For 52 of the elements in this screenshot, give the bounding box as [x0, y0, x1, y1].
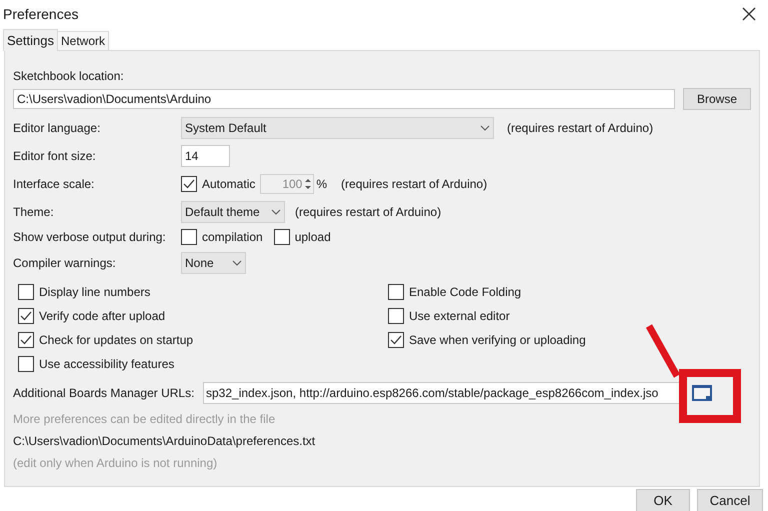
warnings-dropdown[interactable]: None: [181, 252, 246, 274]
restart-note: (requires restart of Arduino): [295, 204, 442, 221]
language-dropdown[interactable]: System Default: [181, 117, 494, 139]
cancel-button[interactable]: Cancel: [697, 489, 763, 511]
theme-dropdown[interactable]: Default theme: [181, 201, 285, 223]
checkbox-label: Check for updates on startup: [39, 332, 194, 349]
checkbox[interactable]: [181, 176, 197, 192]
checkbox[interactable]: [274, 229, 290, 245]
restart-note: (requires restart of Arduino): [507, 120, 654, 137]
window-title: Preferences: [3, 4, 78, 24]
checkbox-label: Save when verifying or uploading: [409, 332, 586, 349]
checkbox[interactable]: [18, 356, 34, 372]
field-label: Interface scale:: [13, 176, 96, 193]
checkbox[interactable]: [181, 229, 197, 245]
browse-button[interactable]: Browse: [683, 88, 751, 110]
checkbox[interactable]: [18, 308, 34, 324]
field-label: Compiler warnings:: [13, 255, 117, 272]
checkbox[interactable]: [388, 332, 404, 348]
unit-label: %: [316, 176, 328, 193]
field-label: Editor language:: [13, 120, 102, 137]
checkbox-label: Enable Code Folding: [409, 284, 522, 301]
tab[interactable]: Network: [58, 31, 109, 50]
checkbox[interactable]: [388, 284, 404, 300]
close-icon[interactable]: [742, 7, 756, 21]
checkbox-label: compilation: [202, 229, 263, 246]
checkbox-label: Use accessibility features: [39, 356, 174, 373]
checkbox[interactable]: [18, 284, 34, 300]
checkbox-label: Display line numbers: [39, 284, 150, 301]
font-size-field[interactable]: 14: [181, 145, 230, 167]
checkbox-label: Automatic: [202, 176, 256, 193]
info-text: (edit only when Arduino is not running): [13, 455, 218, 472]
checkbox-label: upload: [294, 229, 331, 246]
spinner-arrows-icon: [304, 177, 312, 191]
checkbox[interactable]: [18, 332, 34, 348]
chevron-icon: [232, 260, 242, 266]
sketchbook-path-field[interactable]: C:\Users\vadion\Documents\Arduino: [13, 89, 675, 109]
tab[interactable]: Settings: [3, 29, 58, 51]
chevron-icon: [271, 209, 281, 215]
info-text: More preferences can be edited directly in the file: [13, 411, 276, 428]
ok-button[interactable]: OK: [636, 489, 690, 511]
chevron-icon: [480, 125, 490, 131]
window-icon[interactable]: [691, 384, 713, 402]
checkbox-label: Use external editor: [409, 308, 510, 325]
restart-note: (requires restart of Arduino): [341, 176, 488, 193]
field-label: Theme:: [13, 204, 55, 221]
field-label: Sketchbook location:: [13, 68, 125, 85]
field-label: Additional Boards Manager URLs:: [13, 385, 196, 402]
field-label: Show verbose output during:: [13, 229, 167, 246]
field-label: Editor font size:: [13, 148, 97, 165]
checkbox[interactable]: [388, 308, 404, 324]
checkbox-label: Verify code after upload: [39, 308, 166, 325]
preferences-path: C:\Users\vadion\Documents\ArduinoData\preferences.txt: [13, 433, 316, 450]
